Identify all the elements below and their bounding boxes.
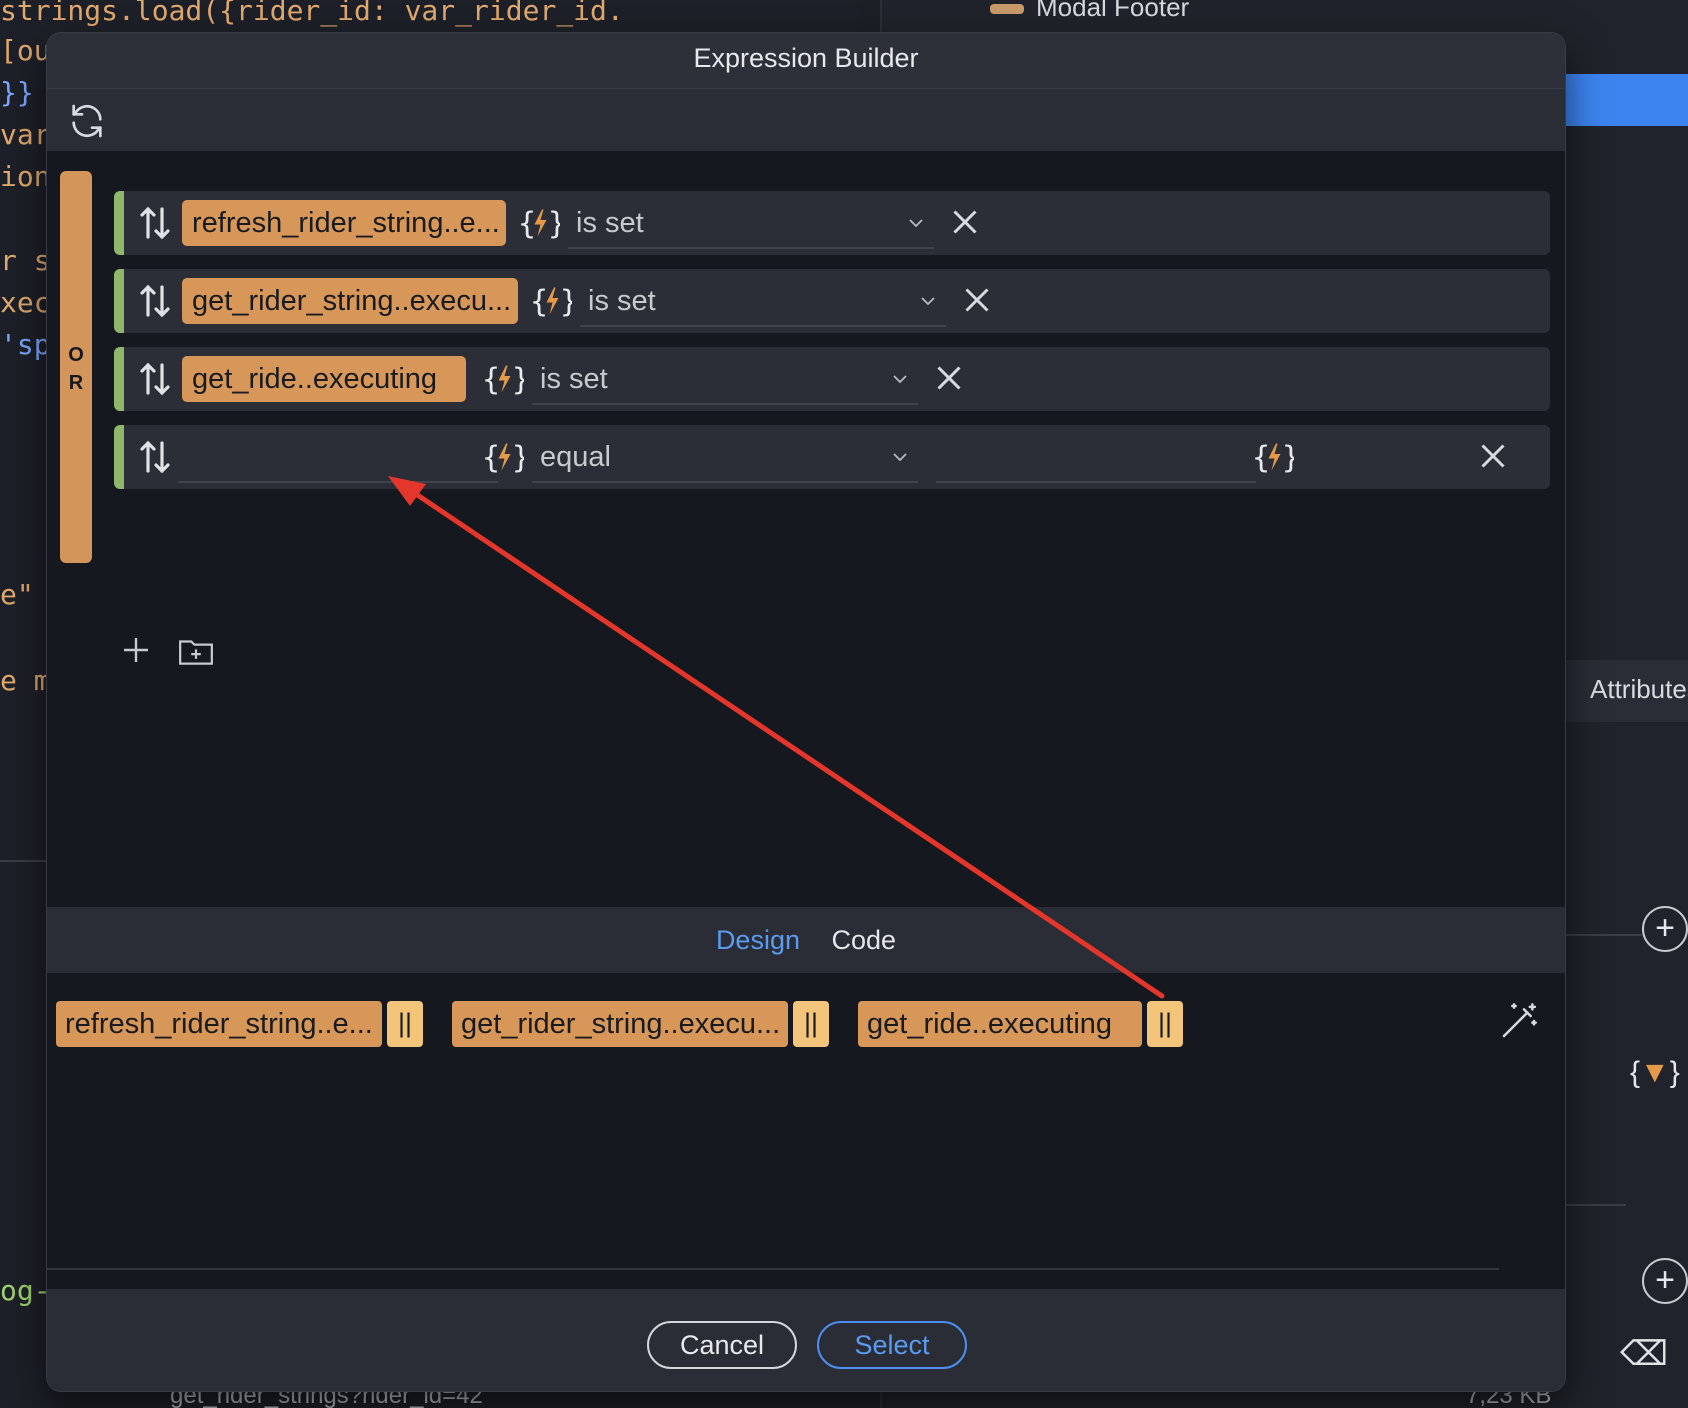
- dialog-footer: Cancel Select: [47, 1289, 1565, 1391]
- chevron-down-icon: [893, 375, 907, 384]
- condition-row: get_rider_string..execu... {} is set: [114, 269, 1550, 333]
- magic-wand-icon[interactable]: [1499, 1001, 1539, 1041]
- svg-text:{: {: [1252, 441, 1270, 476]
- dialog-toolbar: [47, 89, 1565, 151]
- dialog-title: Expression Builder: [47, 33, 1565, 89]
- variable-chip[interactable]: get_ride..executing: [182, 356, 466, 402]
- select-button[interactable]: Select: [817, 1321, 967, 1369]
- add-icon[interactable]: +: [1642, 906, 1688, 952]
- svg-text:{: {: [530, 285, 548, 320]
- code-line: }}: [0, 76, 34, 109]
- divider: [47, 1268, 1499, 1270]
- svg-text:}: }: [512, 363, 524, 398]
- condition-row: get_ride..executing {} is set: [114, 347, 1550, 411]
- operator-select[interactable]: is set: [580, 279, 946, 327]
- chevron-down-icon: [921, 297, 935, 306]
- variable-chip[interactable]: refresh_rider_string..e...: [182, 200, 506, 246]
- svg-text:}: }: [512, 441, 524, 476]
- operator-label: is set: [576, 207, 644, 239]
- divider: [1566, 934, 1642, 936]
- operator-label: is set: [588, 285, 656, 317]
- operator-label: equal: [540, 441, 611, 473]
- operator-select[interactable]: equal: [532, 435, 918, 483]
- tab-code[interactable]: Code: [832, 907, 897, 973]
- tree-item-label: Modal Footer: [1036, 0, 1190, 22]
- refresh-icon[interactable]: [67, 101, 107, 141]
- reorder-icon[interactable]: [140, 205, 172, 241]
- dynamic-data-icon[interactable]: {}: [518, 205, 560, 242]
- code-line: strings.load({rider_id: var_rider_id.: [0, 0, 624, 27]
- divider: [1566, 1204, 1626, 1206]
- code-line: var: [0, 118, 51, 151]
- svg-text:}: }: [548, 207, 560, 242]
- operator-select[interactable]: is set: [532, 357, 918, 405]
- or-group-bar[interactable]: OR: [60, 171, 92, 563]
- condition-row: {} equal {}: [114, 425, 1550, 489]
- chevron-down-icon: [893, 453, 907, 462]
- view-tabs: Design Code: [47, 907, 1565, 973]
- expression-operator-chip[interactable]: ||: [1147, 1001, 1183, 1047]
- variable-input[interactable]: [178, 435, 498, 483]
- svg-text:}: }: [560, 285, 572, 320]
- divider: [0, 860, 50, 862]
- code-line: ion: [0, 160, 51, 193]
- dynamic-data-icon[interactable]: {}: [1252, 439, 1294, 476]
- or-group-label: OR: [68, 344, 84, 394]
- selected-row-highlight: [1560, 74, 1688, 126]
- eraser-icon[interactable]: ⌫: [1620, 1334, 1668, 1374]
- svg-text:{: {: [518, 207, 536, 242]
- filter-expression-icon[interactable]: {▼}: [1630, 1056, 1680, 1090]
- reorder-icon[interactable]: [140, 283, 172, 319]
- expression-variable-chip[interactable]: get_rider_string..execu...: [452, 1001, 788, 1047]
- variable-chip[interactable]: get_rider_string..execu...: [182, 278, 518, 324]
- cancel-button[interactable]: Cancel: [647, 1321, 797, 1369]
- remove-condition-icon[interactable]: [934, 363, 964, 393]
- operator-label: is set: [540, 363, 608, 395]
- add-condition-icon[interactable]: [121, 635, 151, 665]
- value-input[interactable]: [936, 435, 1256, 483]
- expression-operator-chip[interactable]: ||: [387, 1001, 423, 1047]
- svg-text:{: {: [482, 363, 500, 398]
- svg-text:}: }: [1282, 441, 1294, 476]
- expression-builder-dialog: Expression Builder OR refresh_rider_stri…: [47, 33, 1565, 1391]
- reorder-icon[interactable]: [140, 439, 172, 475]
- remove-condition-icon[interactable]: [962, 285, 992, 315]
- tree-item-modal-footer[interactable]: Modal Footer: [990, 0, 1290, 23]
- condition-editor: OR refresh_rider_string..e... {} is set …: [47, 151, 1565, 907]
- dynamic-data-icon[interactable]: {}: [482, 361, 524, 398]
- remove-condition-icon[interactable]: [950, 207, 980, 237]
- add-icon[interactable]: +: [1642, 1258, 1688, 1304]
- expression-variable-chip[interactable]: get_ride..executing: [858, 1001, 1142, 1047]
- expression-variable-chip[interactable]: refresh_rider_string..e...: [56, 1001, 382, 1047]
- dynamic-data-icon[interactable]: {}: [482, 439, 524, 476]
- expression-operator-chip[interactable]: ||: [793, 1001, 829, 1047]
- chevron-down-icon: [909, 219, 923, 228]
- attributes-tab[interactable]: Attributes: [1566, 660, 1688, 722]
- condition-row: refresh_rider_string..e... {} is set: [114, 191, 1550, 255]
- svg-text:{: {: [482, 441, 500, 476]
- expression-preview: refresh_rider_string..e... || get_rider_…: [47, 973, 1565, 1275]
- dynamic-data-icon[interactable]: {}: [530, 283, 572, 320]
- remove-condition-icon[interactable]: [1478, 441, 1508, 471]
- reorder-icon[interactable]: [140, 361, 172, 397]
- tab-design[interactable]: Design: [716, 907, 800, 973]
- operator-select[interactable]: is set: [568, 201, 934, 249]
- add-group-icon[interactable]: [177, 635, 215, 667]
